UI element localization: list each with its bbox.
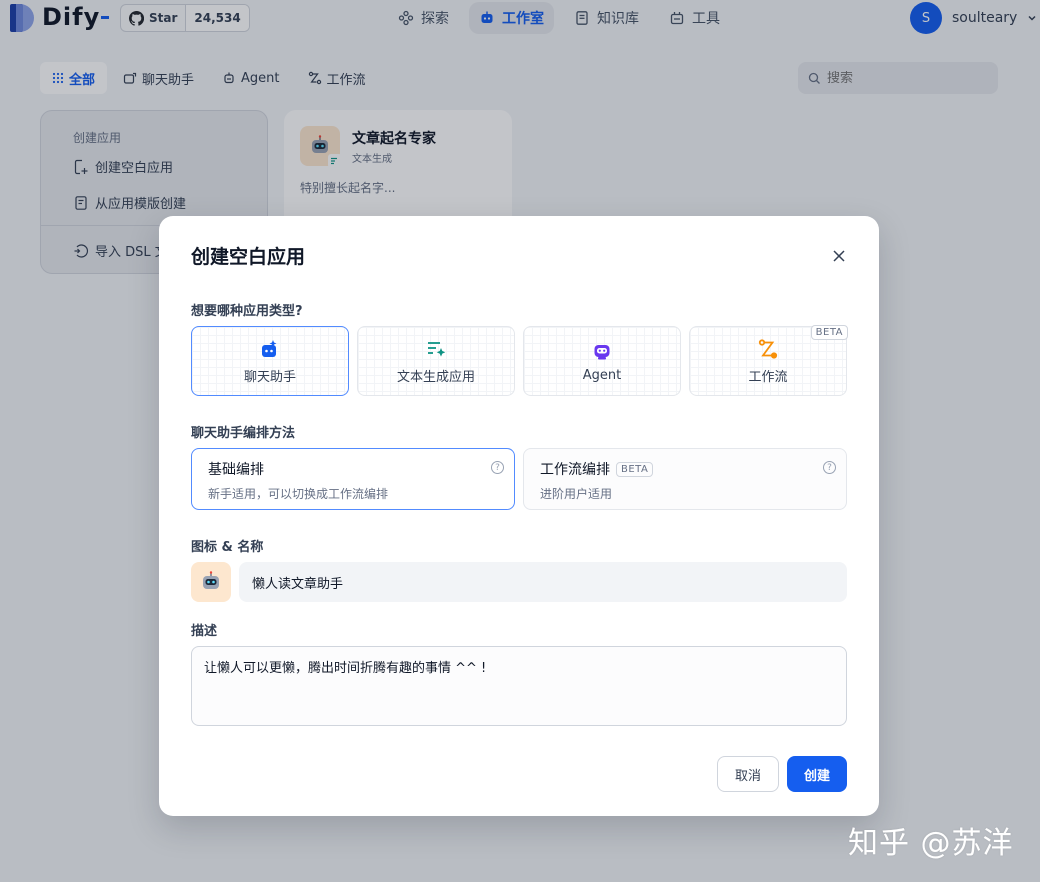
mode-basic-title: 基础编排 (208, 462, 264, 478)
watermark: 知乎 @苏洋 (848, 826, 1014, 861)
icon-name-label: 图标 & 名称 (191, 540, 264, 555)
create-blank-app-dialog: 创建空白应用 想要哪种应用类型? 聊天助手 文本生成应用 Agent BETA … (159, 216, 879, 816)
mode-basic[interactable]: 基础编排 新手适用，可以切换成工作流编排 ? (191, 448, 515, 510)
mode-workflow-title: 工作流编排 (540, 462, 610, 478)
dialog-title: 创建空白应用 (191, 246, 306, 268)
mode-workflow[interactable]: 工作流编排 BETA 进阶用户适用 ? (523, 448, 847, 510)
create-button[interactable]: 创建 (787, 756, 847, 792)
app-type-agent[interactable]: Agent (523, 326, 681, 396)
robot-emoji-icon (203, 571, 219, 589)
beta-badge: BETA (810, 325, 848, 340)
help-icon[interactable]: ? (823, 461, 836, 474)
app-type-label: 想要哪种应用类型? (191, 304, 303, 319)
orchestration-mode-selector: 基础编排 新手适用，可以切换成工作流编排 ? 工作流编排 BETA 进阶用户适用 … (191, 448, 847, 510)
chat-bot-icon (262, 339, 277, 357)
workflow-icon (758, 338, 778, 359)
app-type-chat-assistant[interactable]: 聊天助手 (191, 326, 349, 396)
app-icon-picker[interactable] (191, 562, 231, 602)
agent-icon (594, 344, 610, 359)
mode-basic-desc: 新手适用，可以切换成工作流编排 (208, 487, 389, 501)
app-type-workflow[interactable]: BETA 工作流 (689, 325, 848, 396)
beta-badge: BETA (616, 461, 654, 477)
description-label: 描述 (191, 624, 218, 639)
text-generation-icon (428, 341, 446, 357)
close-button[interactable] (829, 246, 849, 266)
help-icon[interactable]: ? (491, 461, 504, 474)
description-textarea[interactable]: 让懒人可以更懒，腾出时间折腾有趣的事情 ^^ ! (191, 646, 847, 726)
cancel-button[interactable]: 取消 (717, 756, 779, 792)
close-icon (833, 250, 845, 262)
app-name-input[interactable] (239, 562, 847, 602)
mode-workflow-desc: 进阶用户适用 (540, 487, 613, 501)
app-type-selector: 聊天助手 文本生成应用 Agent BETA 工作流 (191, 325, 848, 396)
orchestration-mode-label: 聊天助手编排方法 (191, 426, 296, 441)
app-type-text-generation[interactable]: 文本生成应用 (357, 326, 515, 396)
